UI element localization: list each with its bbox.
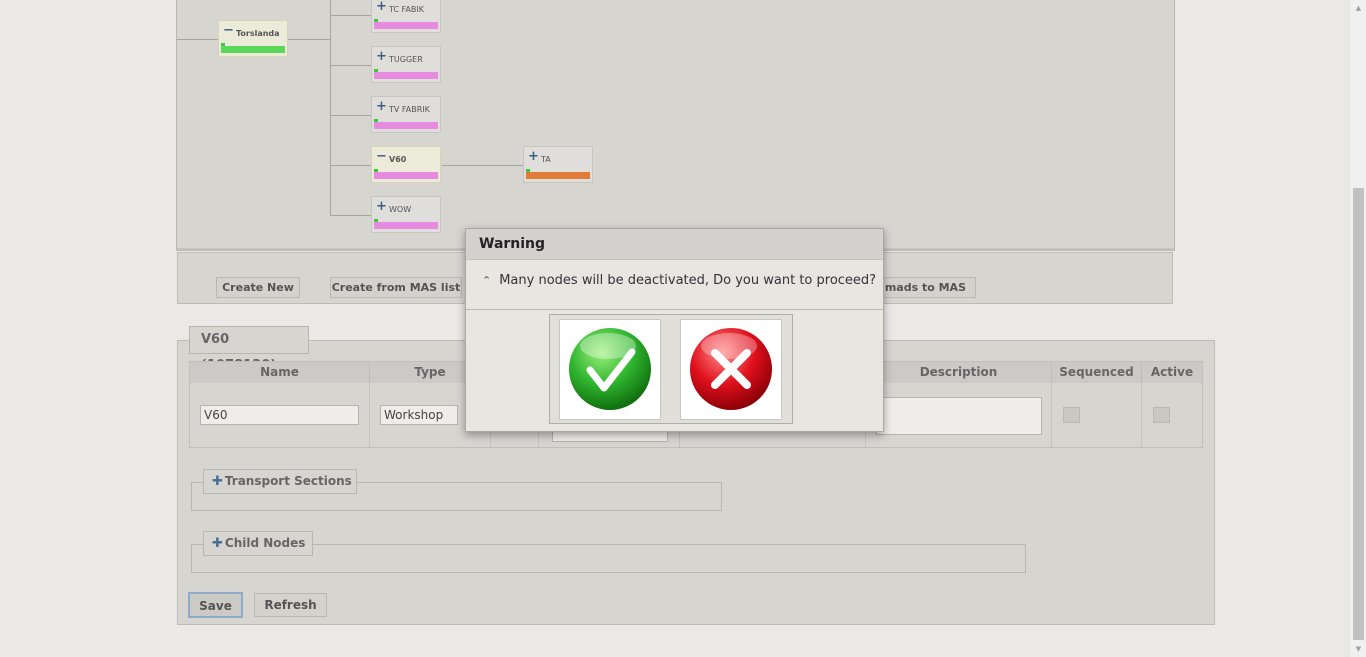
name-field[interactable]: V60 xyxy=(200,405,359,425)
expand-icon[interactable]: + xyxy=(376,0,387,13)
node-status-bar xyxy=(526,172,590,179)
cancel-button[interactable] xyxy=(680,319,782,420)
dialog-divider xyxy=(466,309,883,310)
column-header-sequenced: Sequenced xyxy=(1052,362,1142,383)
collapse-icon[interactable]: − xyxy=(376,150,387,163)
child-nodes-toggle[interactable]: ✚ Child Nodes xyxy=(203,531,313,556)
tree-node-label: TV FABRIK xyxy=(389,105,430,114)
tree-node-label: Torslanda xyxy=(236,29,280,38)
create-from-mas-list-button[interactable]: Create from MAS list xyxy=(330,277,462,298)
send-mads-to-mas-button[interactable]: d mads to MAS xyxy=(872,277,976,298)
red-x-icon xyxy=(690,328,772,410)
caret-up-icon: ⌃ xyxy=(482,274,492,287)
column-header-active: Active xyxy=(1142,362,1202,383)
tree-connector xyxy=(442,165,523,166)
tree-connector xyxy=(330,65,372,66)
expand-icon[interactable]: + xyxy=(376,200,387,213)
column-header-description: Description xyxy=(866,362,1052,383)
dialog-message: ⌃ Many nodes will be deactivated, Do you … xyxy=(482,273,876,288)
tree-node-label: WOW xyxy=(389,205,412,214)
tree-connector xyxy=(330,115,372,116)
expand-plus-icon: ✚ xyxy=(212,474,223,489)
tree-connector xyxy=(288,39,330,40)
tree-node-label: TA xyxy=(541,155,551,164)
tree-connector xyxy=(177,39,218,40)
node-status-bar xyxy=(374,172,438,179)
column-header-name: Name xyxy=(190,362,370,383)
type-select[interactable]: Workshop xyxy=(380,405,458,425)
tree-node-label: V60 xyxy=(389,155,407,164)
description-field[interactable] xyxy=(876,397,1042,435)
confirm-button[interactable] xyxy=(559,319,661,420)
warning-dialog: Warning ⌃ Many nodes will be deactivated,… xyxy=(465,228,884,432)
dialog-message-text: Many nodes will be deactivated, Do you w… xyxy=(499,273,877,288)
tree-node-tv-fabrik[interactable]: + TV FABRIK xyxy=(371,96,441,133)
active-checkbox[interactable] xyxy=(1153,407,1170,423)
tree-node-v60[interactable]: − V60 xyxy=(371,146,441,183)
tree-connector xyxy=(330,215,372,216)
tree-connector xyxy=(330,165,372,166)
create-new-button[interactable]: Create New xyxy=(216,277,300,298)
tree-connector xyxy=(330,0,331,216)
expand-icon[interactable]: + xyxy=(376,100,387,113)
tree-panel: − Torslanda + TC FABIK + TUGGER + TV FAB… xyxy=(176,0,1175,251)
node-status-bar xyxy=(374,22,438,29)
scroll-down-arrow-icon[interactable]: ▼ xyxy=(1350,641,1366,657)
expand-icon[interactable]: + xyxy=(528,150,539,163)
child-nodes-fieldset xyxy=(191,544,1026,573)
expand-icon[interactable]: + xyxy=(376,50,387,63)
tree-node-label: TC FABIK xyxy=(389,5,424,14)
green-check-icon xyxy=(569,328,651,410)
sequenced-checkbox[interactable] xyxy=(1063,407,1080,423)
scroll-thumb[interactable] xyxy=(1353,188,1364,640)
expand-plus-icon: ✚ xyxy=(212,536,223,551)
node-status-bar xyxy=(374,222,438,229)
vertical-scrollbar[interactable]: ▲ ▼ xyxy=(1349,0,1366,657)
dialog-title: Warning xyxy=(466,229,883,260)
tree-node-wow[interactable]: + WOW xyxy=(371,196,441,233)
tree-node-label: TUGGER xyxy=(389,55,423,64)
collapse-icon[interactable]: − xyxy=(223,24,234,37)
save-button[interactable]: Save xyxy=(188,592,243,618)
scroll-up-arrow-icon[interactable]: ▲ xyxy=(1350,0,1366,16)
child-nodes-label: Child Nodes xyxy=(224,536,306,550)
tree-node-ta[interactable]: + TA xyxy=(523,146,593,183)
transport-sections-toggle[interactable]: ✚ Transport Sections xyxy=(203,469,357,494)
tree-connector xyxy=(330,15,372,16)
node-status-bar xyxy=(221,46,285,53)
tree-node-tc-fabik[interactable]: + TC FABIK xyxy=(371,0,441,33)
refresh-button[interactable]: Refresh xyxy=(254,593,327,617)
node-status-bar xyxy=(374,122,438,129)
dialog-button-group xyxy=(549,314,793,424)
detail-tab-title: V60 (1078130) xyxy=(189,326,309,373)
tree-node-torslanda[interactable]: − Torslanda xyxy=(218,20,288,57)
transport-sections-label: Transport Sections xyxy=(224,474,352,488)
tree-node-tugger[interactable]: + TUGGER xyxy=(371,46,441,83)
node-status-bar xyxy=(374,72,438,79)
